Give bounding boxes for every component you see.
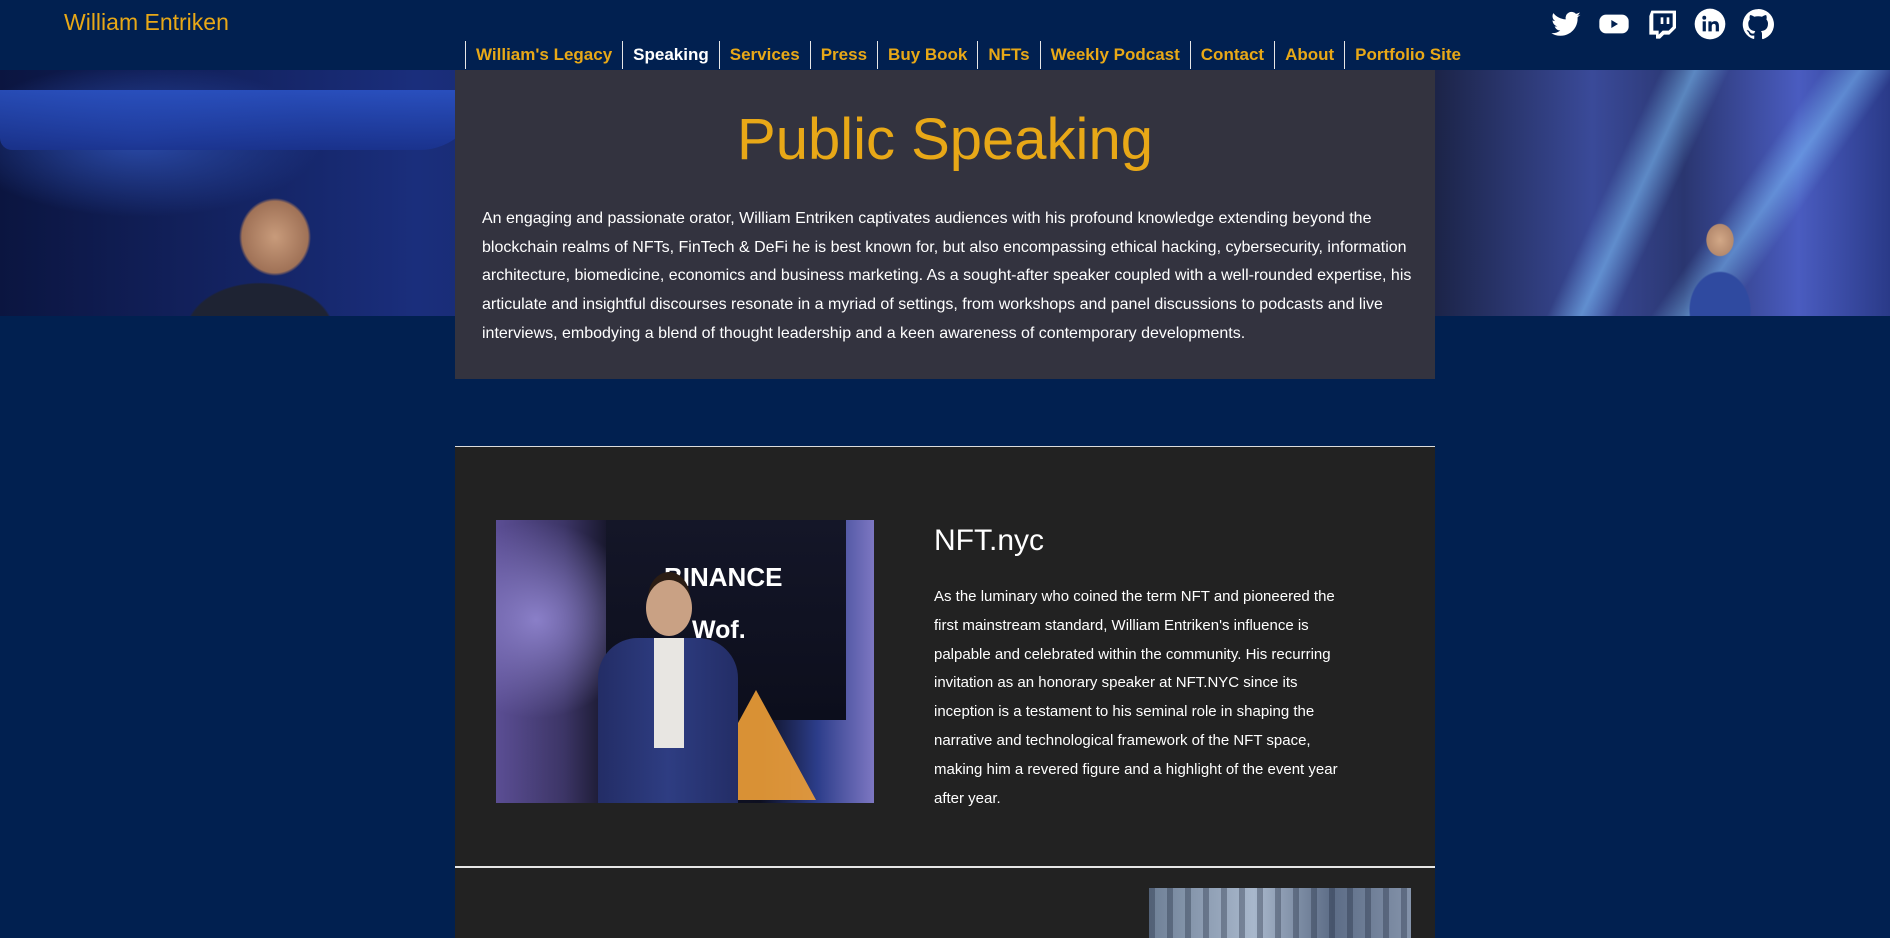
youtube-icon[interactable] (1597, 7, 1630, 40)
nav-item-speaking[interactable]: Speaking (622, 41, 719, 69)
twitch-icon[interactable] (1645, 7, 1678, 40)
speaker-left-figure (165, 182, 375, 316)
speaker-figure (568, 580, 768, 803)
nav-item-about[interactable]: About (1274, 41, 1344, 69)
nav-item-williams-legacy[interactable]: William's Legacy (465, 41, 622, 69)
github-icon[interactable] (1741, 7, 1774, 40)
nav-item-nfts[interactable]: NFTs (977, 41, 1039, 69)
page-title: Public Speaking (737, 107, 1153, 172)
stage-lights (1432, 70, 1890, 316)
nav-item-weekly-podcast[interactable]: Weekly Podcast (1039, 41, 1190, 69)
top-bar: William Entriken William's Legacy Speaki… (0, 0, 1890, 70)
speaker-right-figure (1670, 200, 1770, 316)
nav-item-buy-book[interactable]: Buy Book (877, 41, 977, 69)
nav-item-services[interactable]: Services (718, 41, 810, 69)
social-links (1549, 7, 1774, 40)
event-description: As the luminary who coined the term NFT … (934, 588, 1338, 807)
nav-item-contact[interactable]: Contact (1189, 41, 1274, 69)
intro-text: An engaging and passionate orator, Willi… (482, 210, 1412, 342)
nav-item-portfolio-site[interactable]: Portfolio Site (1344, 41, 1471, 69)
event-photo: BINANCE Wof. (496, 520, 874, 803)
nav-item-press[interactable]: Press (809, 41, 877, 69)
main-nav: William's Legacy Speaking Services Press… (465, 40, 1471, 70)
intro-panel: Public Speaking An engaging and passiona… (455, 70, 1435, 379)
linkedin-icon[interactable] (1693, 7, 1726, 40)
site-title-link[interactable]: William Entriken (64, 9, 229, 36)
event-title: NFT.nyc (934, 524, 1045, 557)
twitter-icon[interactable] (1549, 7, 1582, 40)
next-event-photo (1149, 888, 1411, 938)
